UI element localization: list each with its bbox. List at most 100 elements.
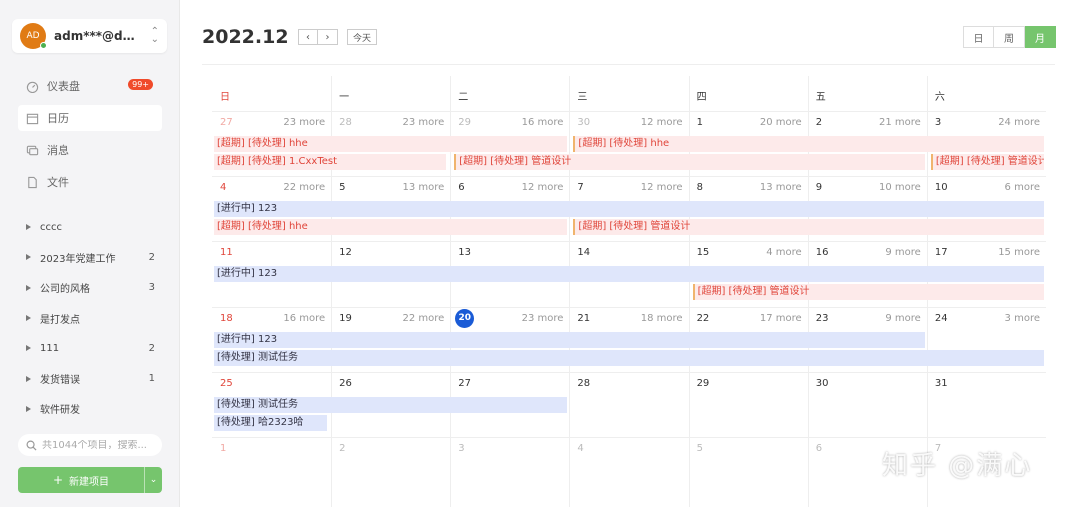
event-bar[interactable]: [进行中] 123: [214, 201, 1044, 218]
day-number[interactable]: 14: [577, 247, 590, 258]
more-events-link[interactable]: 22 more: [255, 182, 325, 193]
nav-item-calendar[interactable]: 日历: [18, 105, 162, 131]
more-events-link[interactable]: 13 more: [374, 182, 444, 193]
day-number[interactable]: 13: [458, 247, 471, 258]
event-bar[interactable]: [超期] [待处理] hhe: [573, 136, 1044, 152]
event-bar[interactable]: [超期] [待处理] 管道设计: [692, 284, 1044, 301]
nav-item-files[interactable]: 文件: [18, 169, 162, 195]
more-events-link[interactable]: 12 more: [613, 182, 683, 193]
day-number[interactable]: 24: [935, 313, 948, 324]
day-number[interactable]: 21: [577, 313, 590, 324]
day-cell[interactable]: [450, 437, 569, 502]
event-bar[interactable]: [超期] [待处理] 管道设计: [454, 154, 925, 170]
more-events-link[interactable]: 23 more: [255, 117, 325, 128]
event-bar[interactable]: [超期] [待处理] 管道设计: [930, 154, 1044, 170]
prev-month-button[interactable]: ‹: [298, 29, 318, 45]
view-week-button[interactable]: 周: [994, 26, 1025, 48]
day-number[interactable]: 4: [220, 182, 226, 193]
more-events-link[interactable]: 16 more: [255, 313, 325, 324]
day-cell[interactable]: [212, 437, 331, 502]
today-button[interactable]: 今天: [347, 29, 378, 45]
project-search[interactable]: [18, 434, 162, 456]
new-project-button[interactable]: + 新建项目 ⌄: [18, 467, 162, 493]
day-number[interactable]: 3: [935, 117, 941, 128]
project-item[interactable]: 2023年党建工作 2: [18, 242, 162, 272]
caret-right-icon[interactable]: [26, 345, 31, 352]
day-number[interactable]: 28: [577, 378, 590, 389]
caret-right-icon[interactable]: [26, 284, 31, 291]
more-events-link[interactable]: 23 more: [374, 117, 444, 128]
day-number[interactable]: 27: [220, 117, 233, 128]
new-project-main[interactable]: + 新建项目: [18, 467, 144, 493]
event-bar[interactable]: [超期] [待处理] hhe: [214, 219, 568, 236]
more-events-link[interactable]: 21 more: [851, 117, 921, 128]
day-number[interactable]: 5: [697, 443, 703, 454]
more-events-link[interactable]: 4 more: [732, 247, 801, 258]
nav-item-messages[interactable]: 消息: [18, 137, 162, 163]
more-events-link[interactable]: 22 more: [374, 313, 444, 324]
caret-right-icon[interactable]: [26, 254, 31, 261]
view-month-button[interactable]: 月: [1025, 26, 1056, 48]
day-number[interactable]: 20: [455, 308, 475, 328]
event-bar[interactable]: [超期] [待处理] 1.CxxTest: [214, 154, 447, 170]
day-number[interactable]: 22: [697, 313, 710, 324]
day-number[interactable]: 1: [220, 443, 226, 454]
day-number[interactable]: 9: [816, 182, 822, 193]
more-events-link[interactable]: 24 more: [970, 117, 1040, 128]
day-number[interactable]: 30: [816, 378, 829, 389]
more-events-link[interactable]: 9 more: [851, 313, 920, 324]
day-number[interactable]: 5: [339, 182, 345, 193]
project-item[interactable]: 公司的风格 3: [18, 273, 162, 303]
event-bar[interactable]: [待处理] 测试任务: [214, 349, 1044, 366]
day-number[interactable]: 29: [697, 378, 710, 389]
caret-right-icon[interactable]: [26, 315, 31, 322]
day-cell[interactable]: [331, 437, 450, 502]
day-number[interactable]: 17: [935, 247, 948, 258]
more-events-link[interactable]: 10 more: [851, 182, 921, 193]
more-events-link[interactable]: 15 more: [970, 247, 1040, 258]
day-cell[interactable]: [569, 437, 688, 502]
event-bar[interactable]: [待处理] 测试任务: [214, 396, 568, 413]
day-number[interactable]: 23: [816, 313, 829, 324]
chevron-up-down-icon[interactable]: ⌃ ⌄: [151, 27, 159, 45]
more-events-link[interactable]: 16 more: [493, 117, 564, 128]
more-events-link[interactable]: 6 more: [970, 182, 1040, 193]
day-number[interactable]: 27: [458, 378, 471, 389]
day-number[interactable]: 16: [816, 247, 829, 258]
caret-right-icon[interactable]: [26, 405, 31, 412]
day-number[interactable]: 4: [577, 443, 583, 454]
event-bar[interactable]: [进行中] 123: [214, 331, 925, 348]
event-bar[interactable]: [超期] [待处理] 管道设计: [573, 219, 1044, 236]
day-number[interactable]: 1: [697, 117, 703, 128]
nav-item-dashboard[interactable]: 仪表盘 99+: [18, 73, 162, 99]
project-item[interactable]: 发货错误 1: [18, 363, 162, 393]
day-number[interactable]: 7: [577, 182, 583, 193]
next-month-button[interactable]: ›: [318, 29, 338, 45]
event-bar[interactable]: [超期] [待处理] hhe: [214, 136, 568, 152]
project-item[interactable]: 软件研发: [18, 394, 162, 424]
day-number[interactable]: 11: [220, 247, 233, 258]
chevron-down-icon[interactable]: ⌄: [144, 467, 162, 493]
day-number[interactable]: 25: [220, 378, 233, 389]
day-number[interactable]: 12: [339, 247, 352, 258]
caret-right-icon[interactable]: [26, 375, 31, 382]
project-item[interactable]: cccc: [18, 212, 162, 242]
day-number[interactable]: 28: [339, 117, 352, 128]
more-events-link[interactable]: 18 more: [613, 313, 683, 324]
day-number[interactable]: 6: [816, 443, 822, 454]
event-bar[interactable]: [进行中] 123: [214, 266, 1044, 283]
more-events-link[interactable]: 17 more: [732, 313, 802, 324]
day-number[interactable]: 2: [816, 117, 822, 128]
more-events-link[interactable]: 3 more: [970, 313, 1040, 324]
day-number[interactable]: 2: [339, 443, 345, 454]
event-bar[interactable]: [待处理] 哈2323哈: [214, 414, 328, 431]
more-events-link[interactable]: 9 more: [851, 247, 920, 258]
caret-right-icon[interactable]: [26, 224, 31, 231]
account-switcher[interactable]: AD adm***@doot... ⌃⌄: [12, 19, 167, 53]
day-number[interactable]: 31: [935, 378, 948, 389]
view-day-button[interactable]: 日: [963, 26, 994, 48]
day-number[interactable]: 3: [458, 443, 464, 454]
day-number[interactable]: 26: [339, 378, 352, 389]
day-number[interactable]: 18: [220, 313, 233, 324]
day-number[interactable]: 6: [458, 182, 464, 193]
